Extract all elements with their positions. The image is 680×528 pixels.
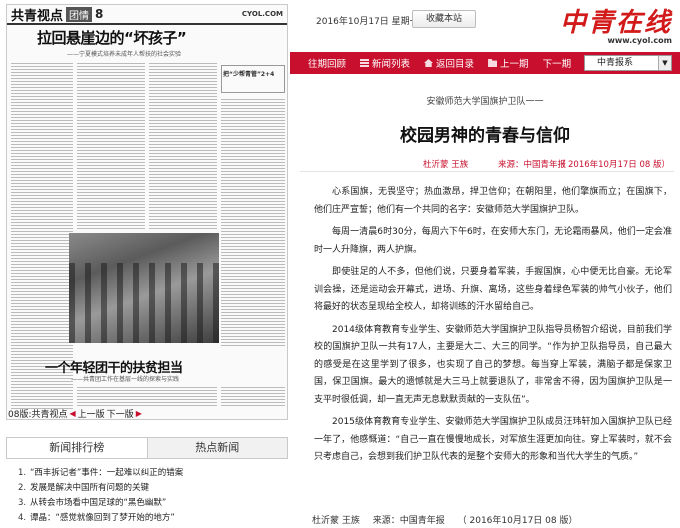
footer-author: 杜沂蒙 王族 bbox=[312, 516, 360, 526]
list-item[interactable]: 1. “西丰拆记者”事件：一起难以纠正的错案 bbox=[18, 466, 288, 481]
tab-news-ranking[interactable]: 新闻排行榜 bbox=[7, 438, 147, 458]
bookmark-button[interactable]: 收藏本站 bbox=[412, 10, 476, 28]
article-paragraph: 心系国旗，无畏坚守；热血激昂，捍卫信仰；在朝阳里，他们擎旗而立；在国旗下，他们庄… bbox=[314, 187, 672, 215]
ranking-link[interactable]: 发展是解决中国所有问题的关键 bbox=[30, 483, 149, 493]
thumbnail-text-column bbox=[221, 97, 285, 347]
triangle-right-icon: ▶ bbox=[135, 409, 142, 418]
nav-back-to-contents[interactable]: 返回目录 bbox=[424, 56, 474, 70]
nav-next-issue[interactable]: 下一期 bbox=[543, 56, 572, 70]
article-paragraph: 2015级体育教育专业学生、安徽师范大学国旗护卫队成员汪玮轩加入国旗护卫队已经一… bbox=[314, 417, 672, 462]
thumbnail-text-column bbox=[221, 385, 285, 407]
triangle-left-icon: ◀ bbox=[69, 409, 76, 418]
thumbnail-text-column bbox=[77, 61, 145, 229]
home-icon bbox=[424, 59, 434, 67]
ranking-link[interactable]: 谭晶：“感觉就像回到了梦开始的地方” bbox=[30, 513, 175, 523]
article-title: 校园男神的青春与信仰 bbox=[400, 126, 570, 146]
list-item[interactable]: 2. 发展是解决中国所有问题的关键 bbox=[18, 481, 288, 496]
list-item[interactable]: 4. 谭晶：“感觉就像回到了梦开始的地方” bbox=[18, 511, 288, 526]
next-page-link[interactable]: 下一版 bbox=[107, 407, 134, 420]
byline-author: 杜沂蒙 王族 bbox=[423, 160, 469, 170]
byline-source: 来源：中国青年报 bbox=[498, 160, 567, 170]
footer-source: 来源：中国青年报 bbox=[372, 516, 445, 526]
thumbnail-subhead-2: ——共青团工作在基层一线的探索与实践 bbox=[71, 376, 180, 383]
thumbnail-subhead-1: ——宁夏模式培养未成年人帮扶的社会实验 bbox=[67, 51, 182, 58]
site-logo[interactable]: 中青在线 bbox=[560, 2, 672, 39]
thumbnail-photo bbox=[69, 233, 219, 343]
ranking-link[interactable]: 从转会市场看中国足球的“黑色幽默” bbox=[30, 498, 166, 508]
thumbnail-headline-1[interactable]: 拉回悬崖边的“坏孩子” bbox=[37, 27, 187, 48]
article-paragraph: 每周一清晨6时30分，每周六下午6时，在安师大东门，无论霜雨暴风，他们一定会准时… bbox=[314, 227, 672, 255]
thumbnail-column-name: 共青视点 bbox=[11, 8, 64, 24]
thumbnail-header: 共青视点 团情 8 CYOL.COM bbox=[7, 5, 287, 25]
article-kicker: 安徽师范大学国旗护卫队一一 bbox=[426, 97, 544, 107]
prev-page-link[interactable]: 上一版 bbox=[78, 407, 105, 420]
page-navigation: 08版:共青视点 ◀ 上一版 下一版 ▶ bbox=[8, 407, 142, 420]
thumbnail-page-number: 8 bbox=[95, 7, 104, 21]
thumbnail-brand: 团情 bbox=[66, 6, 93, 22]
issue-date: 2016年10月17日 星期一 bbox=[316, 17, 419, 27]
page: 共青视点 团情 8 CYOL.COM 拉回悬崖边的“坏孩子” ——宁夏模式培养未… bbox=[0, 0, 680, 528]
chevron-down-icon[interactable]: ▼ bbox=[658, 56, 671, 70]
news-tabs: 新闻排行榜 热点新闻 bbox=[6, 437, 288, 459]
list-icon bbox=[360, 59, 370, 67]
article-footer: 杜沂蒙 王族 来源：中国青年报 （ 2016年10月17日 08 版） bbox=[312, 513, 587, 526]
article-panel: 2016年10月17日 星期一 收藏本站 中青在线 www.cyol.com 往… bbox=[290, 0, 680, 528]
thumbnail-side-head: 把“少帮青管”2+4 bbox=[223, 71, 275, 78]
thumbnail-photo-figures bbox=[69, 263, 219, 343]
site-url: www.cyol.com bbox=[607, 36, 672, 45]
article-body: 心系国旗，无畏坚守；热血激昂，捍卫信仰；在朝阳里，他们擎旗而立；在国旗下，他们庄… bbox=[314, 184, 672, 472]
thumbnail-text-column bbox=[149, 61, 217, 229]
thumbnail-site: CYOL.COM bbox=[241, 10, 283, 18]
tab-hot-news[interactable]: 热点新闻 bbox=[146, 438, 287, 458]
newspaper-page-thumbnail[interactable]: 共青视点 团情 8 CYOL.COM 拉回悬崖边的“坏孩子” ——宁夏模式培养未… bbox=[6, 4, 288, 420]
article-paragraph: 即使驻足的人不多，但他们说，只要身着军装，手握国旗，心中便无比自豪。无论军训会操… bbox=[314, 267, 672, 312]
article-paragraph: 2014级体育教育专业学生、安徽师范大学国旗护卫队指导员杨智介绍说，目前我们学校… bbox=[314, 324, 672, 405]
byline-date: （ 2016年10月17日 08 版） bbox=[556, 160, 670, 170]
nav-prev-issue[interactable]: 上一期 bbox=[488, 56, 529, 70]
news-ranking-list: 1. “西丰拆记者”事件：一起难以纠正的错案 2. 发展是解决中国所有问题的关键 3… bbox=[18, 466, 288, 526]
folder-icon bbox=[488, 59, 498, 67]
newspaper-select[interactable]: 中青报系 ▼ bbox=[584, 55, 672, 71]
thumbnail-text-column bbox=[77, 385, 217, 407]
ranking-link[interactable]: “西丰拆记者”事件：一起难以纠正的错案 bbox=[30, 468, 183, 478]
footer-date: （ 2016年10月17日 08 版） bbox=[457, 516, 578, 526]
nav-news-list[interactable]: 新闻列表 bbox=[360, 56, 410, 70]
left-panel: 共青视点 团情 8 CYOL.COM 拉回悬崖边的“坏孩子” ——宁夏模式培养未… bbox=[0, 0, 290, 528]
nav-archive[interactable]: 往期回顾 bbox=[308, 56, 346, 70]
article-byline: 杜沂蒙 王族 来源：中国青年报 （ 2016年10月17日 08 版） bbox=[300, 158, 674, 172]
top-bar: 2016年10月17日 星期一 收藏本站 中青在线 www.cyol.com bbox=[290, 0, 680, 52]
list-item[interactable]: 3. 从转会市场看中国足球的“黑色幽默” bbox=[18, 496, 288, 511]
newspaper-select-value: 中青报系 bbox=[597, 58, 634, 68]
current-page-label: 08版:共青视点 bbox=[8, 410, 68, 420]
